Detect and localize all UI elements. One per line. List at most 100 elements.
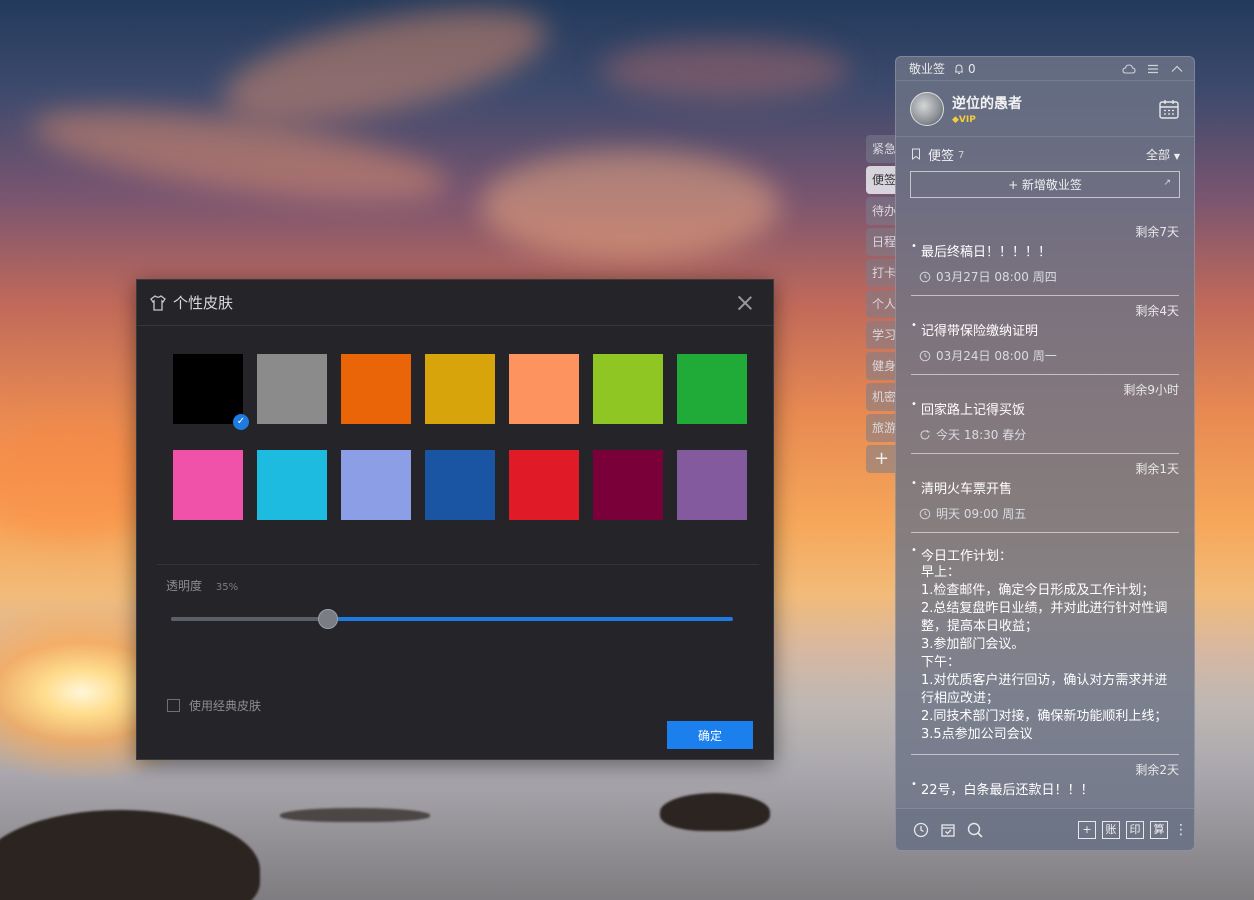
tab-category[interactable]: 旅游 (866, 414, 896, 442)
color-swatch[interactable] (257, 450, 327, 520)
dialog-title: 个性皮肤 (173, 294, 234, 312)
tab-category[interactable]: 学习 (866, 321, 896, 349)
clock-icon (919, 350, 931, 361)
calculate-button[interactable]: 算 (1150, 820, 1168, 839)
done-box-icon[interactable] (939, 821, 957, 839)
rock (0, 810, 260, 900)
note-title-row: • 22号，白条最后还款日！！！ (911, 779, 1179, 798)
add-category-button[interactable]: + (866, 445, 896, 473)
notify-count: 0 (968, 61, 976, 76)
collapse-icon[interactable] (1170, 62, 1184, 76)
close-icon[interactable] (735, 293, 755, 313)
app-name: 敬业签 (909, 62, 946, 76)
note-title: 今日工作计划： (921, 549, 1013, 564)
color-swatch[interactable] (425, 450, 495, 520)
color-swatch[interactable] (593, 450, 663, 520)
check-icon: ✓ (233, 414, 249, 430)
tab-category[interactable]: 便签 (866, 166, 896, 194)
note-time-row: 03月24日 08:00 周一 (911, 347, 1179, 364)
swatch-row: ✓ (173, 354, 753, 430)
color-swatch[interactable] (509, 354, 579, 424)
color-swatch[interactable] (677, 354, 747, 424)
calendar-icon[interactable] (1158, 98, 1180, 120)
color-swatch[interactable] (173, 450, 243, 520)
notes-list: 剩余7天 • 最后终稿日！！！！！ 03月27日 08:00 周四 剩余4天 • 记得带保险… (896, 217, 1194, 806)
account-button[interactable]: 账 (1102, 820, 1120, 839)
history-clock-icon[interactable] (912, 821, 930, 839)
cloud (214, 0, 556, 144)
divider (157, 564, 759, 565)
classic-skin-option: 使用经典皮肤 (167, 697, 261, 714)
tab-category[interactable]: 机密 (866, 383, 896, 411)
note-title-row: • 清明火车票开售 (911, 478, 1179, 497)
tab-category[interactable]: 日程 (866, 228, 896, 256)
color-swatch[interactable] (509, 450, 579, 520)
note-title-row: • 回家路上记得买饭 (911, 399, 1179, 418)
note-time-row: 今天 18:30 春分 (911, 426, 1179, 443)
rock (660, 793, 770, 831)
slider-thumb[interactable] (318, 609, 338, 629)
slider-fill (171, 617, 328, 621)
color-swatch[interactable] (593, 354, 663, 424)
swatch-grid: ✓ (173, 354, 753, 546)
new-note-label: + 新增敬业签 (1008, 178, 1082, 192)
menu-icon[interactable] (1146, 62, 1160, 76)
note-item[interactable]: • 今日工作计划： 早上： 1.检查邮件，确定今日形成及工作计划； 2.总结复盘昨日… (911, 533, 1179, 755)
print-button[interactable]: 印 (1126, 820, 1144, 839)
opacity-value: 35% (215, 582, 239, 593)
cloud-sync-icon[interactable] (1122, 62, 1136, 76)
cloud (600, 40, 850, 100)
rock (280, 808, 430, 822)
vip-badge: ◆VIP (952, 114, 976, 125)
opacity-label-text: 透明度 (166, 579, 203, 593)
bullet: • (911, 241, 917, 252)
note-time: 今天 18:30 春分 (936, 428, 1027, 442)
classic-skin-checkbox[interactable] (167, 699, 180, 712)
color-swatch[interactable] (341, 450, 411, 520)
search-icon[interactable] (966, 821, 984, 839)
avatar[interactable] (910, 91, 944, 126)
tab-category[interactable]: 个人 (866, 290, 896, 318)
filter-label: 全部 (1146, 147, 1171, 162)
color-swatch[interactable] (425, 354, 495, 424)
bullet: • (911, 478, 917, 489)
notes-panel: 敬业签 0 逆位的愚者 ◆VIP 便签 7 全部 ▼ + 新增敬业签 ↗ 剩余7… (895, 56, 1195, 851)
tab-category[interactable]: 健身 (866, 352, 896, 380)
classic-skin-label: 使用经典皮肤 (189, 699, 262, 713)
note-item[interactable]: 剩余2天•22号，白条最后还款日！！！03月22日 09:00 周六 (911, 755, 1179, 806)
note-item[interactable]: 剩余1天 • 清明火车票开售 明天 09:00 周五 (911, 454, 1179, 533)
note-title: 最后终稿日！！！！！ (921, 245, 1052, 260)
note-time: 03月24日 08:00 周一 (936, 349, 1057, 363)
opacity-slider[interactable] (171, 607, 733, 631)
add-icon[interactable]: + (1078, 820, 1096, 839)
new-note-button[interactable]: + 新增敬业签 ↗ (910, 171, 1180, 198)
color-swatch[interactable] (341, 354, 411, 424)
category-tabs: 紧急便签待办日程打卡个人学习健身机密旅游 + (866, 135, 896, 476)
bullet: • (911, 779, 917, 790)
username: 逆位的愚者 (952, 95, 1022, 112)
color-swatch[interactable] (257, 354, 327, 424)
note-item[interactable]: 剩余9小时 • 回家路上记得买饭今天 18:30 春分 (911, 375, 1179, 454)
chevron-down-icon: ▼ (1173, 151, 1180, 161)
bell-icon[interactable] (953, 63, 965, 75)
filter-dropdown[interactable]: 全部 ▼ (1146, 146, 1180, 163)
tab-category[interactable]: 待办 (866, 197, 896, 225)
note-title-row: • 记得带保险缴纳证明 (911, 320, 1179, 339)
color-swatch[interactable] (677, 450, 747, 520)
tab-category[interactable]: 打卡 (866, 259, 896, 287)
tab-category[interactable]: 紧急 (866, 135, 896, 163)
confirm-button[interactable]: 确定 (667, 721, 753, 749)
expand-icon[interactable]: ↗ (1163, 178, 1171, 188)
remaining-time: 剩余7天 (1135, 225, 1179, 239)
swatch-row (173, 450, 753, 520)
note-item[interactable]: 剩余7天 • 最后终稿日！！！！！ 03月27日 08:00 周四 (911, 217, 1179, 296)
list-count: 7 (958, 150, 965, 161)
color-swatch[interactable]: ✓ (173, 354, 249, 430)
note-title-row: • 今日工作计划： (911, 545, 1179, 564)
vip-label: VIP (958, 114, 976, 125)
shirt-icon (150, 294, 166, 311)
remaining-time: 剩余4天 (1135, 304, 1179, 318)
more-icon[interactable]: ⋮ (1174, 822, 1188, 838)
remaining-time: 剩余9小时 (1123, 383, 1179, 397)
note-item[interactable]: 剩余4天 • 记得带保险缴纳证明 03月24日 08:00 周一 (911, 296, 1179, 375)
